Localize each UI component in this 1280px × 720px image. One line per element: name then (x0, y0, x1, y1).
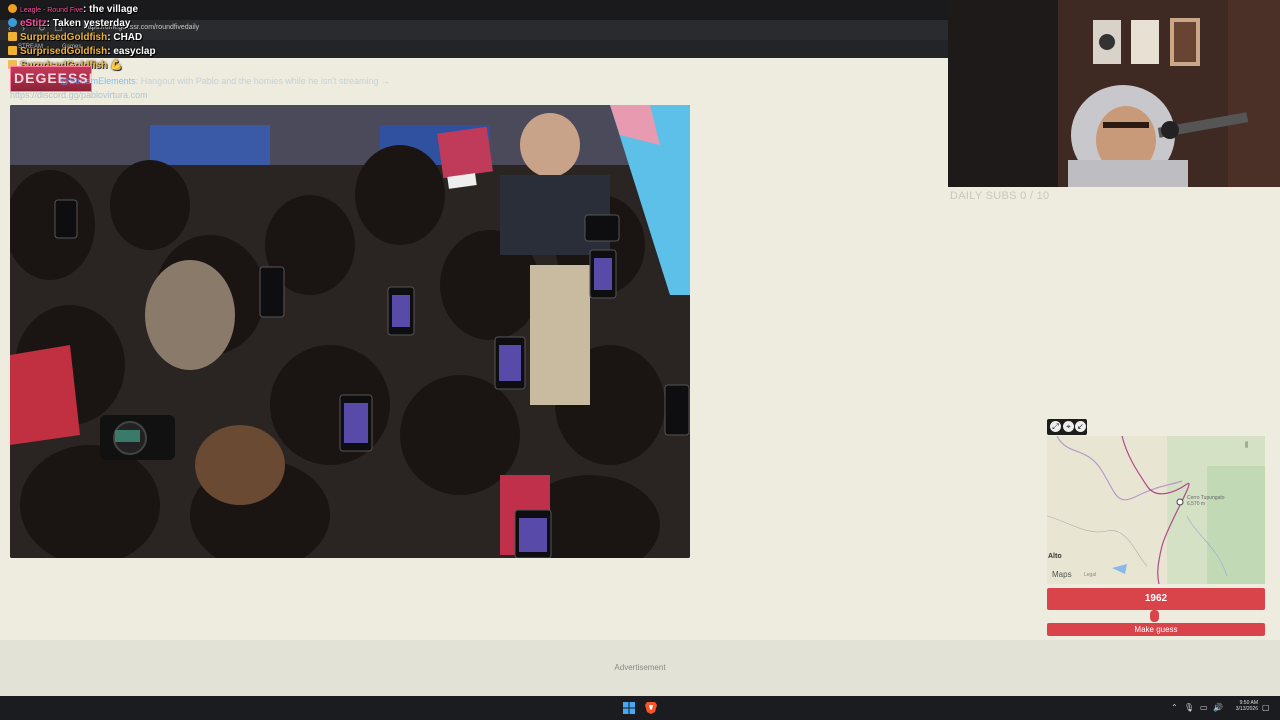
shrink-map-icon[interactable]: ↙ (1075, 421, 1086, 432)
windows-start-icon[interactable] (623, 702, 635, 714)
chat-username: eStitz (20, 18, 47, 29)
webcam-feed (948, 0, 1280, 187)
map-terrain (1047, 436, 1265, 584)
map-pin-label: Cerro Tupungato 6,570 m (1187, 495, 1225, 507)
expand-map-icon[interactable]: ⤢ (1050, 421, 1061, 432)
daily-subs-counter: DAILY SUBS 0 / 10 (950, 190, 1050, 202)
round-photo[interactable] (10, 105, 690, 558)
tab-strip (0, 0, 948, 20)
discord-link[interactable]: https://discord.gg/pablovirtura.com (10, 90, 148, 100)
advertisement-label: Advertisement (614, 663, 666, 672)
crown-icon (8, 46, 17, 55)
clock-date: 3/13/2026 (1235, 706, 1258, 712)
microphone-icon[interactable]: 🎙 (1184, 703, 1194, 712)
chat-message: SurprisedGoldfish: CHAD (8, 32, 142, 43)
notification-icon[interactable]: ▢ (1262, 703, 1270, 712)
flex-emote-icon: 💪 (107, 60, 123, 71)
map-legal-link[interactable]: Legal (1084, 572, 1096, 578)
chat-text: : CHAD (107, 32, 143, 43)
crown-icon (8, 32, 17, 41)
badge-icon (8, 18, 17, 27)
webcam-illustration (948, 0, 1280, 187)
taskbar (0, 696, 1280, 720)
pin-map-icon[interactable]: ⌖ (1063, 421, 1074, 432)
make-guess-button[interactable]: Make guess (1047, 623, 1265, 636)
chat-text: : Taken yesterday (46, 18, 131, 29)
brave-browser-icon[interactable] (645, 701, 657, 714)
chat-username: Leagle - Round Five (20, 7, 84, 14)
crowd-photo-illustration (10, 105, 690, 558)
stream-elements-user: @StreamElements (60, 76, 136, 86)
network-icon[interactable]: ▭ (1200, 703, 1208, 712)
guess-map[interactable] (1047, 436, 1265, 584)
year-slider-handle[interactable] (1149, 610, 1159, 622)
chat-username: SurprisedGoldfish (20, 46, 108, 57)
taskbar-clock[interactable]: 9:50 AM 3/13/2026 (1228, 700, 1258, 712)
map-place-label: Alto (1048, 553, 1062, 560)
map-layers-icon[interactable]: ⫼ (1245, 442, 1253, 450)
chat-username: SurprisedGoldfish (20, 32, 108, 43)
chat-message: eStitz: Taken yesterday (8, 18, 130, 29)
stream-elements-text: : Hangout with Pablo and the homies whil… (135, 76, 391, 86)
chat-text: : the village (83, 4, 139, 15)
year-display: 1962 (1047, 588, 1265, 610)
chat-message: SurprisedGoldfish: easyclap (8, 46, 156, 57)
badge-icon (8, 4, 17, 13)
map-brand-text: Maps (1052, 570, 1072, 579)
chat-text: : easyclap (107, 46, 156, 57)
map-brand: Maps (1052, 570, 1072, 579)
chat-message: Leagle - Round Five: the village (8, 4, 138, 15)
stream-elements-message: @StreamElements: Hangout with Pablo and … (60, 76, 390, 86)
volume-icon[interactable]: 🔊 (1213, 703, 1223, 712)
tray-overflow-icon[interactable]: ⌃ (1171, 703, 1178, 712)
